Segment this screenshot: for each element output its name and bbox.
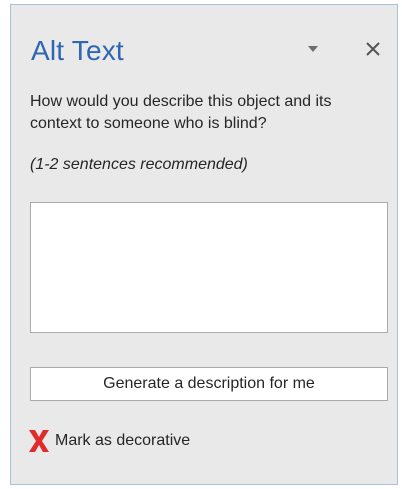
red-x-icon <box>28 429 50 453</box>
mark-as-decorative-checkbox[interactable]: Mark as decorative <box>28 429 190 453</box>
pane-title: Alt Text <box>31 35 124 66</box>
alt-text-prompt: How would you describe this object and i… <box>30 93 332 132</box>
sentence-hint: (1-2 sentences recommended) <box>30 156 248 173</box>
alt-text-description-field[interactable] <box>30 202 388 333</box>
generate-description-button[interactable]: Generate a description for me <box>30 367 388 401</box>
mark-as-decorative-label: Mark as decorative <box>55 432 191 449</box>
chevron-down-icon[interactable] <box>307 45 319 53</box>
close-icon[interactable] <box>362 38 384 60</box>
alt-text-pane: Alt Text How would you describe this obj… <box>10 4 398 485</box>
